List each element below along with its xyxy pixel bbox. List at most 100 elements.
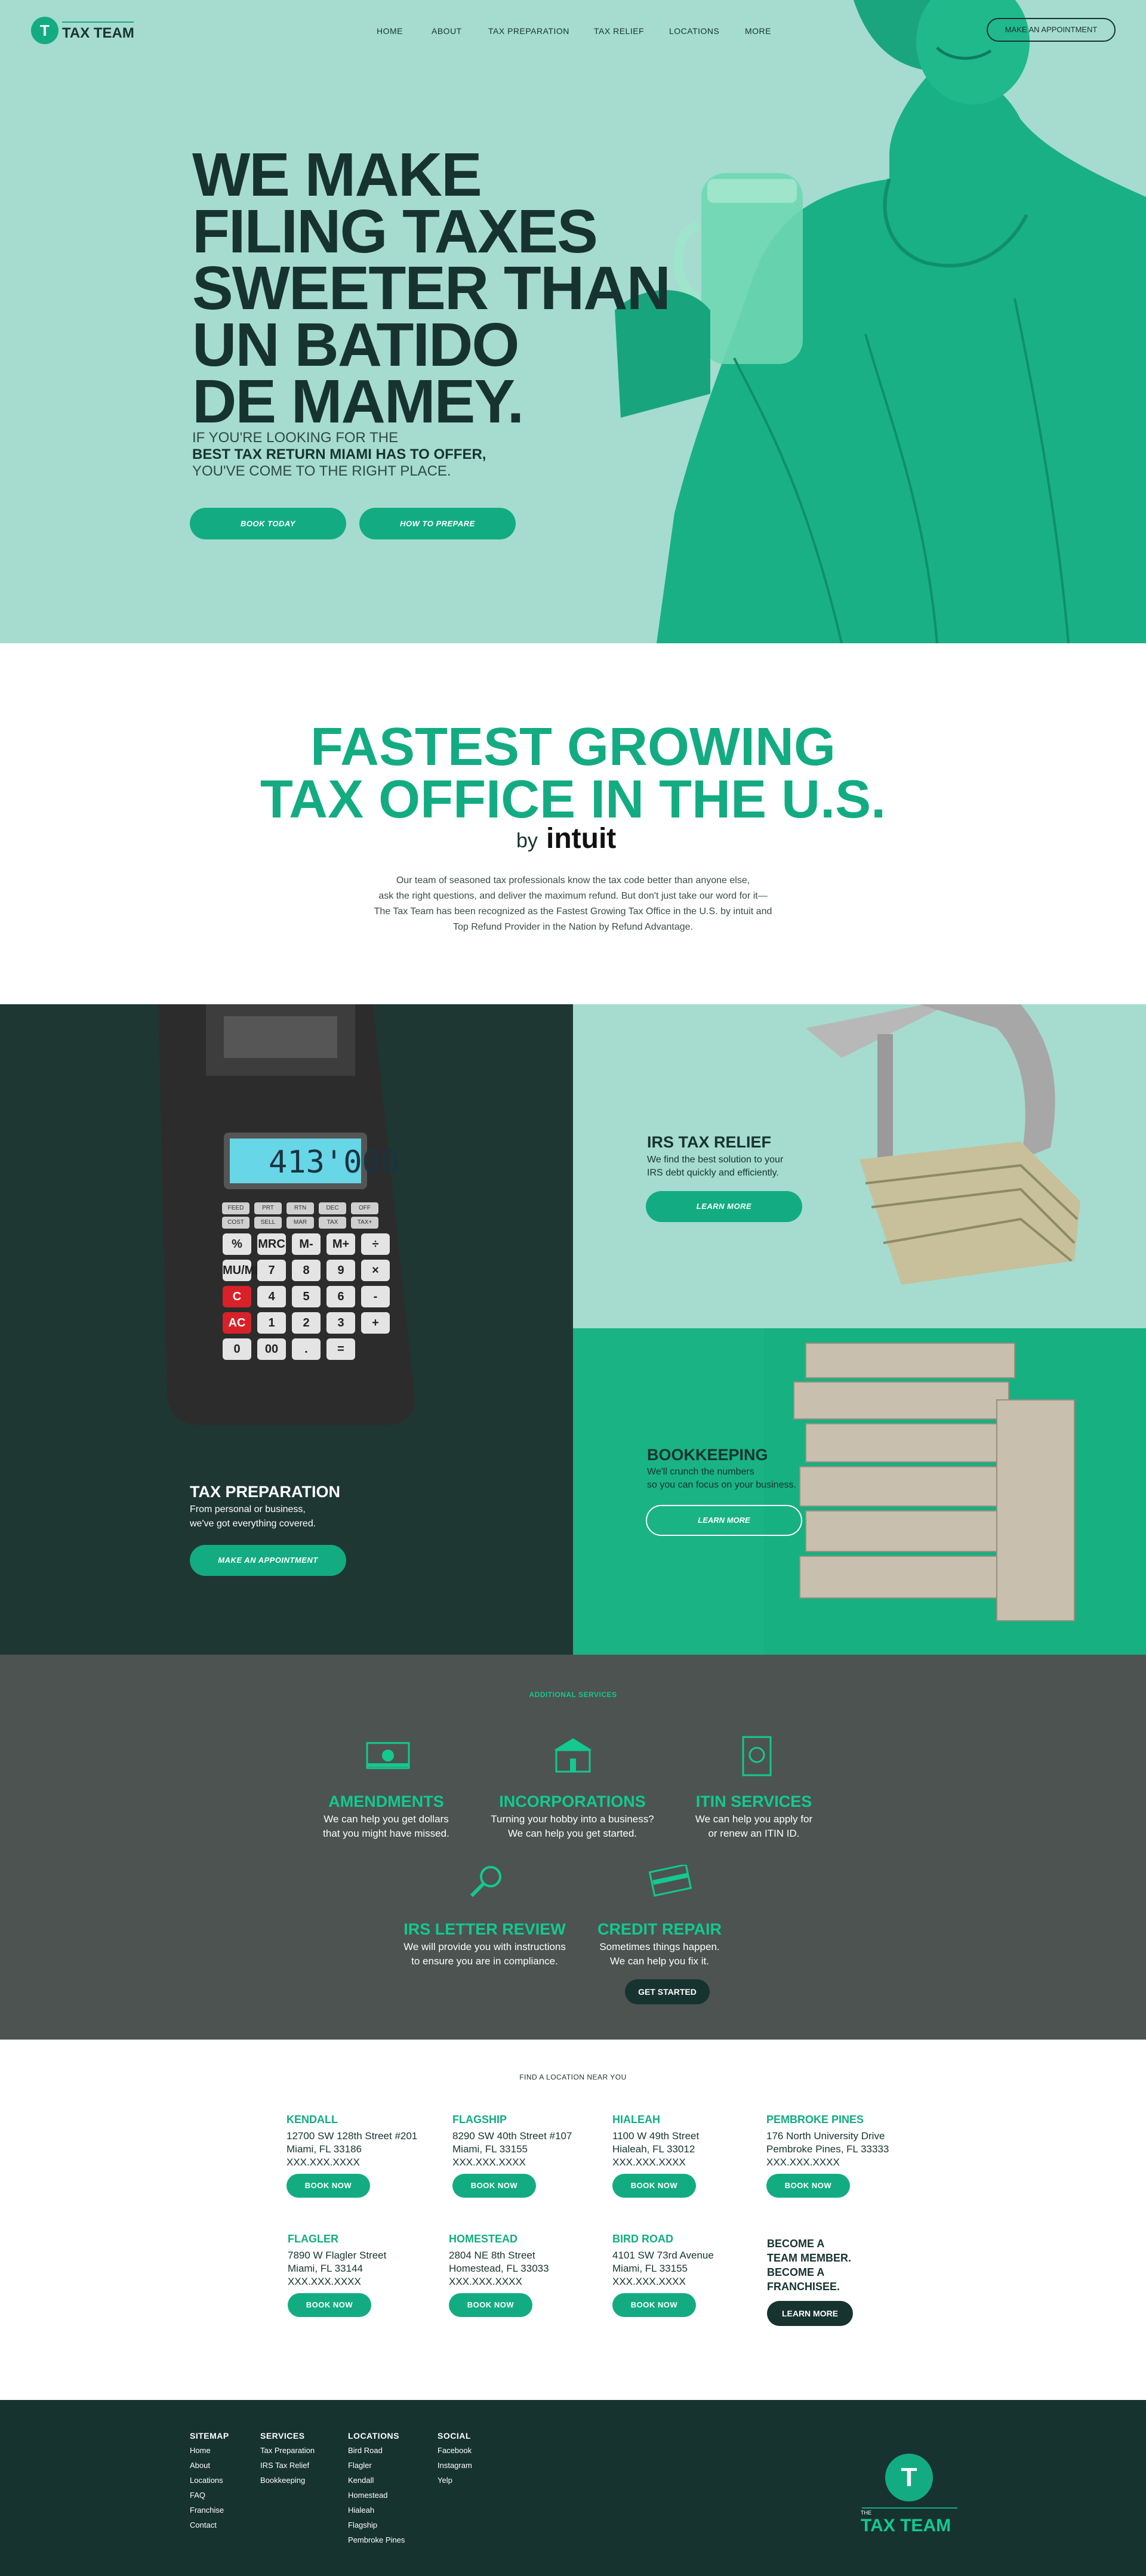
how-to-prepare-button[interactable]: HOW TO PREPARE xyxy=(359,508,516,539)
footer-social: SOCIAL Facebook Instagram Yelp xyxy=(438,2431,472,2488)
service-credit-repair-text-2: We can help you fix it. xyxy=(610,1955,709,1967)
book-now-button[interactable]: BOOK NOW xyxy=(766,2174,850,2198)
footer-link[interactable]: Bookkeeping xyxy=(260,2473,315,2488)
irs-relief-learn-more-button[interactable]: LEARN MORE xyxy=(646,1191,802,1222)
calculator-key: FEED xyxy=(222,1202,249,1214)
book-now-button[interactable]: BOOK NOW xyxy=(286,2174,370,2198)
hero-subtitle-line: IF YOU'RE LOOKING FOR THE xyxy=(192,430,399,446)
intro-paragraph: Our team of seasoned tax professionals k… xyxy=(334,873,812,935)
facebook-link[interactable]: Facebook xyxy=(438,2443,472,2458)
footer-link[interactable]: Flagship xyxy=(348,2518,405,2532)
footer-link[interactable]: Kendall xyxy=(348,2473,405,2488)
footer-link[interactable]: Hialeah xyxy=(348,2503,405,2518)
book-now-button[interactable]: BOOK NOW xyxy=(612,2293,696,2317)
calculator-key: 4 xyxy=(257,1286,286,1307)
footer-link[interactable]: Homestead xyxy=(348,2488,405,2503)
location-name: KENDALL xyxy=(286,2114,338,2125)
logo-text[interactable]: TAX TEAM xyxy=(62,25,134,42)
calculator-key: AC xyxy=(223,1312,251,1334)
location-pembroke-pines: PEMBROKE PINES 176 North University Driv… xyxy=(766,2114,889,2198)
footer-link[interactable]: Pembroke Pines xyxy=(348,2532,405,2547)
franchise-line: FRANCHISEE. xyxy=(767,2281,840,2293)
hero-headline-line: SWEETER THAN xyxy=(192,254,671,322)
book-today-button[interactable]: BOOK TODAY xyxy=(190,508,346,539)
calculator-top-keys: FEED PRT RTN DEC OFF COST SELL MAR TAX TAX+ xyxy=(220,1201,381,1230)
location-address: 12700 SW 128th Street #201 xyxy=(286,2130,418,2142)
calculator-key: ÷ xyxy=(361,1233,390,1255)
location-address: 1100 W 49th Street xyxy=(612,2130,700,2142)
location-name: FLAGSHIP xyxy=(452,2114,507,2125)
location-name: HOMESTEAD xyxy=(449,2233,518,2245)
nav-tax-relief[interactable]: TAX RELIEF xyxy=(594,26,644,36)
calculator-key: COST xyxy=(222,1217,249,1229)
location-city: Miami, FL 33144 xyxy=(288,2263,363,2274)
nav-about[interactable]: ABOUT xyxy=(432,26,462,36)
service-amendments-text-2: that you might have missed. xyxy=(323,1828,449,1839)
magnifier-icon xyxy=(470,1866,501,1898)
book-now-button[interactable]: BOOK NOW xyxy=(612,2174,696,2198)
hero-headline-line: UN BATIDO xyxy=(192,310,520,379)
book-now-button[interactable]: BOOK NOW xyxy=(288,2293,371,2317)
calculator-key: M+ xyxy=(326,1233,355,1255)
footer-link[interactable]: Franchise xyxy=(190,2503,229,2518)
money-clamp-image xyxy=(806,1004,1080,1285)
logo-rule xyxy=(62,21,134,23)
bookkeeping-card: BOOKKEEPING We'll crunch the numbers so … xyxy=(573,1328,1146,1655)
footer-link[interactable]: Home xyxy=(190,2443,229,2458)
footer-logo-icon[interactable]: T xyxy=(885,2454,933,2501)
intro-heading-line1: FASTEST GROWING xyxy=(310,717,836,777)
service-incorporations-text-1: Turning your hobby into a business? xyxy=(491,1813,654,1825)
calculator-key: C xyxy=(223,1286,251,1307)
learn-more-franchise-button[interactable]: LEARN MORE xyxy=(767,2301,853,2326)
location-city: Homestead, FL 33033 xyxy=(449,2263,549,2274)
make-appointment-button[interactable]: MAKE AN APPOINTMENT xyxy=(987,18,1116,42)
location-city: Hialeah, FL 33012 xyxy=(612,2143,695,2155)
location-phone: XXX.XXX.XXXX xyxy=(449,2276,522,2287)
location-city: Miami, FL 33155 xyxy=(612,2263,688,2274)
calculator-key: MU/MD xyxy=(223,1260,263,1281)
footer-link[interactable]: About xyxy=(190,2458,229,2473)
bookkeeping-learn-more-button[interactable]: LEARN MORE xyxy=(646,1505,802,1536)
location-name: FLAGLER xyxy=(288,2233,338,2245)
footer-link[interactable]: Contact xyxy=(190,2518,229,2532)
footer-link[interactable]: Tax Preparation xyxy=(260,2443,315,2458)
nav-home[interactable]: HOME xyxy=(377,26,403,36)
yelp-link[interactable]: Yelp xyxy=(438,2473,472,2488)
nav-locations[interactable]: LOCATIONS xyxy=(669,26,719,36)
calculator-key: × xyxy=(361,1260,390,1281)
franchise-callout: BECOME A TEAM MEMBER. BECOME A FRANCHISE… xyxy=(767,2236,853,2326)
get-started-button[interactable]: GET STARTED xyxy=(625,1979,710,2004)
location-homestead: HOMESTEAD 2804 NE 8th Street Homestead, … xyxy=(449,2233,549,2317)
footer-link[interactable]: Locations xyxy=(190,2473,229,2488)
footer-link[interactable]: IRS Tax Relief xyxy=(260,2458,315,2473)
instagram-link[interactable]: Instagram xyxy=(438,2458,472,2473)
location-address: 4101 SW 73rd Avenue xyxy=(612,2250,714,2261)
calculator-key: 9 xyxy=(326,1260,355,1281)
hero-headline: WE MAKE FILING TAXES SWEETER THAN UN BAT… xyxy=(192,144,717,432)
calculator-key: MRC xyxy=(257,1233,286,1255)
book-now-button[interactable]: BOOK NOW xyxy=(452,2174,536,2198)
calculator-key: . xyxy=(292,1338,321,1360)
make-appointment-card-button[interactable]: MAKE AN APPOINTMENT xyxy=(190,1545,346,1576)
calculator-key: 00 xyxy=(257,1338,286,1360)
footer-link[interactable]: FAQ xyxy=(190,2488,229,2503)
tax-prep-title: TAX PREPARATION xyxy=(190,1483,341,1501)
footer-link[interactable]: Flagler xyxy=(348,2458,405,2473)
service-itin-title: ITIN SERVICES xyxy=(695,1793,812,1810)
calculator-key: - xyxy=(361,1286,390,1307)
nav-tax-preparation[interactable]: TAX PREPARATION xyxy=(488,26,569,36)
intro-paragraph-line: The Tax Team has been recognized as the … xyxy=(374,906,772,917)
book-now-button[interactable]: BOOK NOW xyxy=(449,2293,532,2317)
service-credit-repair-title: CREDIT REPAIR xyxy=(597,1920,722,1938)
tax-prep-text-2: we've got everything covered. xyxy=(190,1519,316,1529)
intro-section: FASTEST GROWING TAX OFFICE IN THE U.S. b… xyxy=(0,643,1146,1004)
footer-link[interactable]: Bird Road xyxy=(348,2443,405,2458)
nav-more[interactable]: MORE xyxy=(745,26,771,36)
intro-heading-line2: TAX OFFICE IN THE U.S. xyxy=(260,770,886,829)
hero-subtitle-bold: BEST TAX RETURN MIAMI HAS TO OFFER, xyxy=(192,446,486,462)
footer-logo-text[interactable]: TAX TEAM xyxy=(861,2516,951,2536)
footer-sitemap: SITEMAP Home About Locations FAQ Franchi… xyxy=(190,2431,229,2532)
location-address: 8290 SW 40th Street #107 xyxy=(452,2130,572,2142)
logo-icon[interactable]: T xyxy=(31,17,58,44)
calculator-key: = xyxy=(326,1338,355,1360)
